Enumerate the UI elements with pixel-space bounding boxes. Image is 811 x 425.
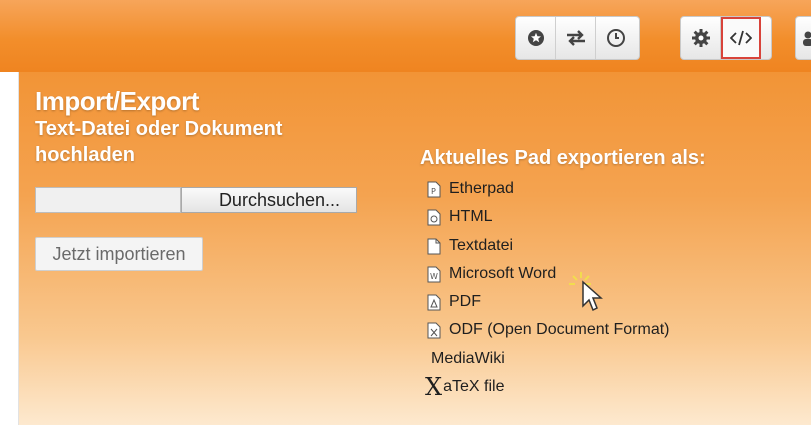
word-file-icon: W — [427, 265, 443, 283]
text-file-icon — [427, 237, 443, 255]
history-button[interactable] — [596, 17, 636, 59]
export-text-link[interactable]: Textdatei — [427, 234, 513, 258]
users-button[interactable] — [796, 17, 811, 59]
export-xatex-link[interactable]: X aTeX file — [425, 375, 504, 399]
star-icon — [527, 29, 545, 47]
export-pdf-link[interactable]: PDF — [427, 290, 481, 314]
toolbar-group-3 — [795, 16, 811, 60]
sync-arrows-icon — [565, 29, 587, 47]
pdf-file-icon — [427, 293, 443, 311]
etherpad-file-icon: P — [427, 180, 443, 198]
export-word-link[interactable]: W Microsoft Word — [427, 262, 556, 286]
export-item-label: HTML — [449, 208, 493, 225]
top-toolbar — [0, 0, 811, 72]
users-icon — [802, 29, 811, 47]
panel-title: Import/Export — [35, 86, 199, 116]
import-now-button[interactable]: Jetzt importieren — [35, 237, 203, 271]
html-file-icon — [427, 208, 443, 226]
export-etherpad-link[interactable]: P Etherpad — [427, 177, 514, 201]
mouse-cursor — [567, 270, 615, 323]
export-item-label: Textdatei — [449, 237, 514, 254]
svg-text:W: W — [430, 272, 438, 281]
export-item-label: MediaWiki — [431, 350, 505, 367]
export-item-label: Microsoft Word — [449, 265, 557, 282]
export-mediawiki-link[interactable]: MediaWiki — [431, 347, 505, 371]
export-item-label: aTeX file — [443, 378, 505, 395]
export-item-label: ODF (Open Document Format) — [449, 321, 670, 338]
odf-file-icon — [427, 321, 443, 339]
export-item-label: PDF — [449, 293, 481, 310]
export-odf-link[interactable]: ODF (Open Document Format) — [427, 318, 670, 342]
clock-icon — [606, 28, 626, 48]
gear-icon — [691, 28, 711, 48]
settings-button[interactable] — [681, 17, 721, 59]
svg-text:P: P — [431, 187, 436, 196]
file-upload: Durchsuchen... — [35, 187, 357, 213]
export-html-link[interactable]: HTML — [427, 205, 493, 229]
export-item-label: Etherpad — [449, 180, 514, 197]
file-path-field[interactable] — [35, 187, 181, 213]
xatex-logo: X — [425, 373, 443, 401]
browse-button[interactable]: Durchsuchen... — [181, 187, 357, 213]
import-export-panel: Import/Export Text-Datei oder Dokument h… — [18, 72, 811, 425]
embed-button[interactable] — [721, 17, 761, 59]
toolbar-group-1 — [515, 16, 640, 60]
toolbar-group-2 — [680, 16, 772, 60]
embed-code-icon — [730, 30, 752, 46]
import-heading: Text-Datei oder Dokument hochladen — [35, 118, 283, 166]
export-heading: Aktuelles Pad exportieren als: — [420, 147, 706, 169]
sync-button[interactable] — [556, 17, 596, 59]
favorite-button[interactable] — [516, 17, 556, 59]
